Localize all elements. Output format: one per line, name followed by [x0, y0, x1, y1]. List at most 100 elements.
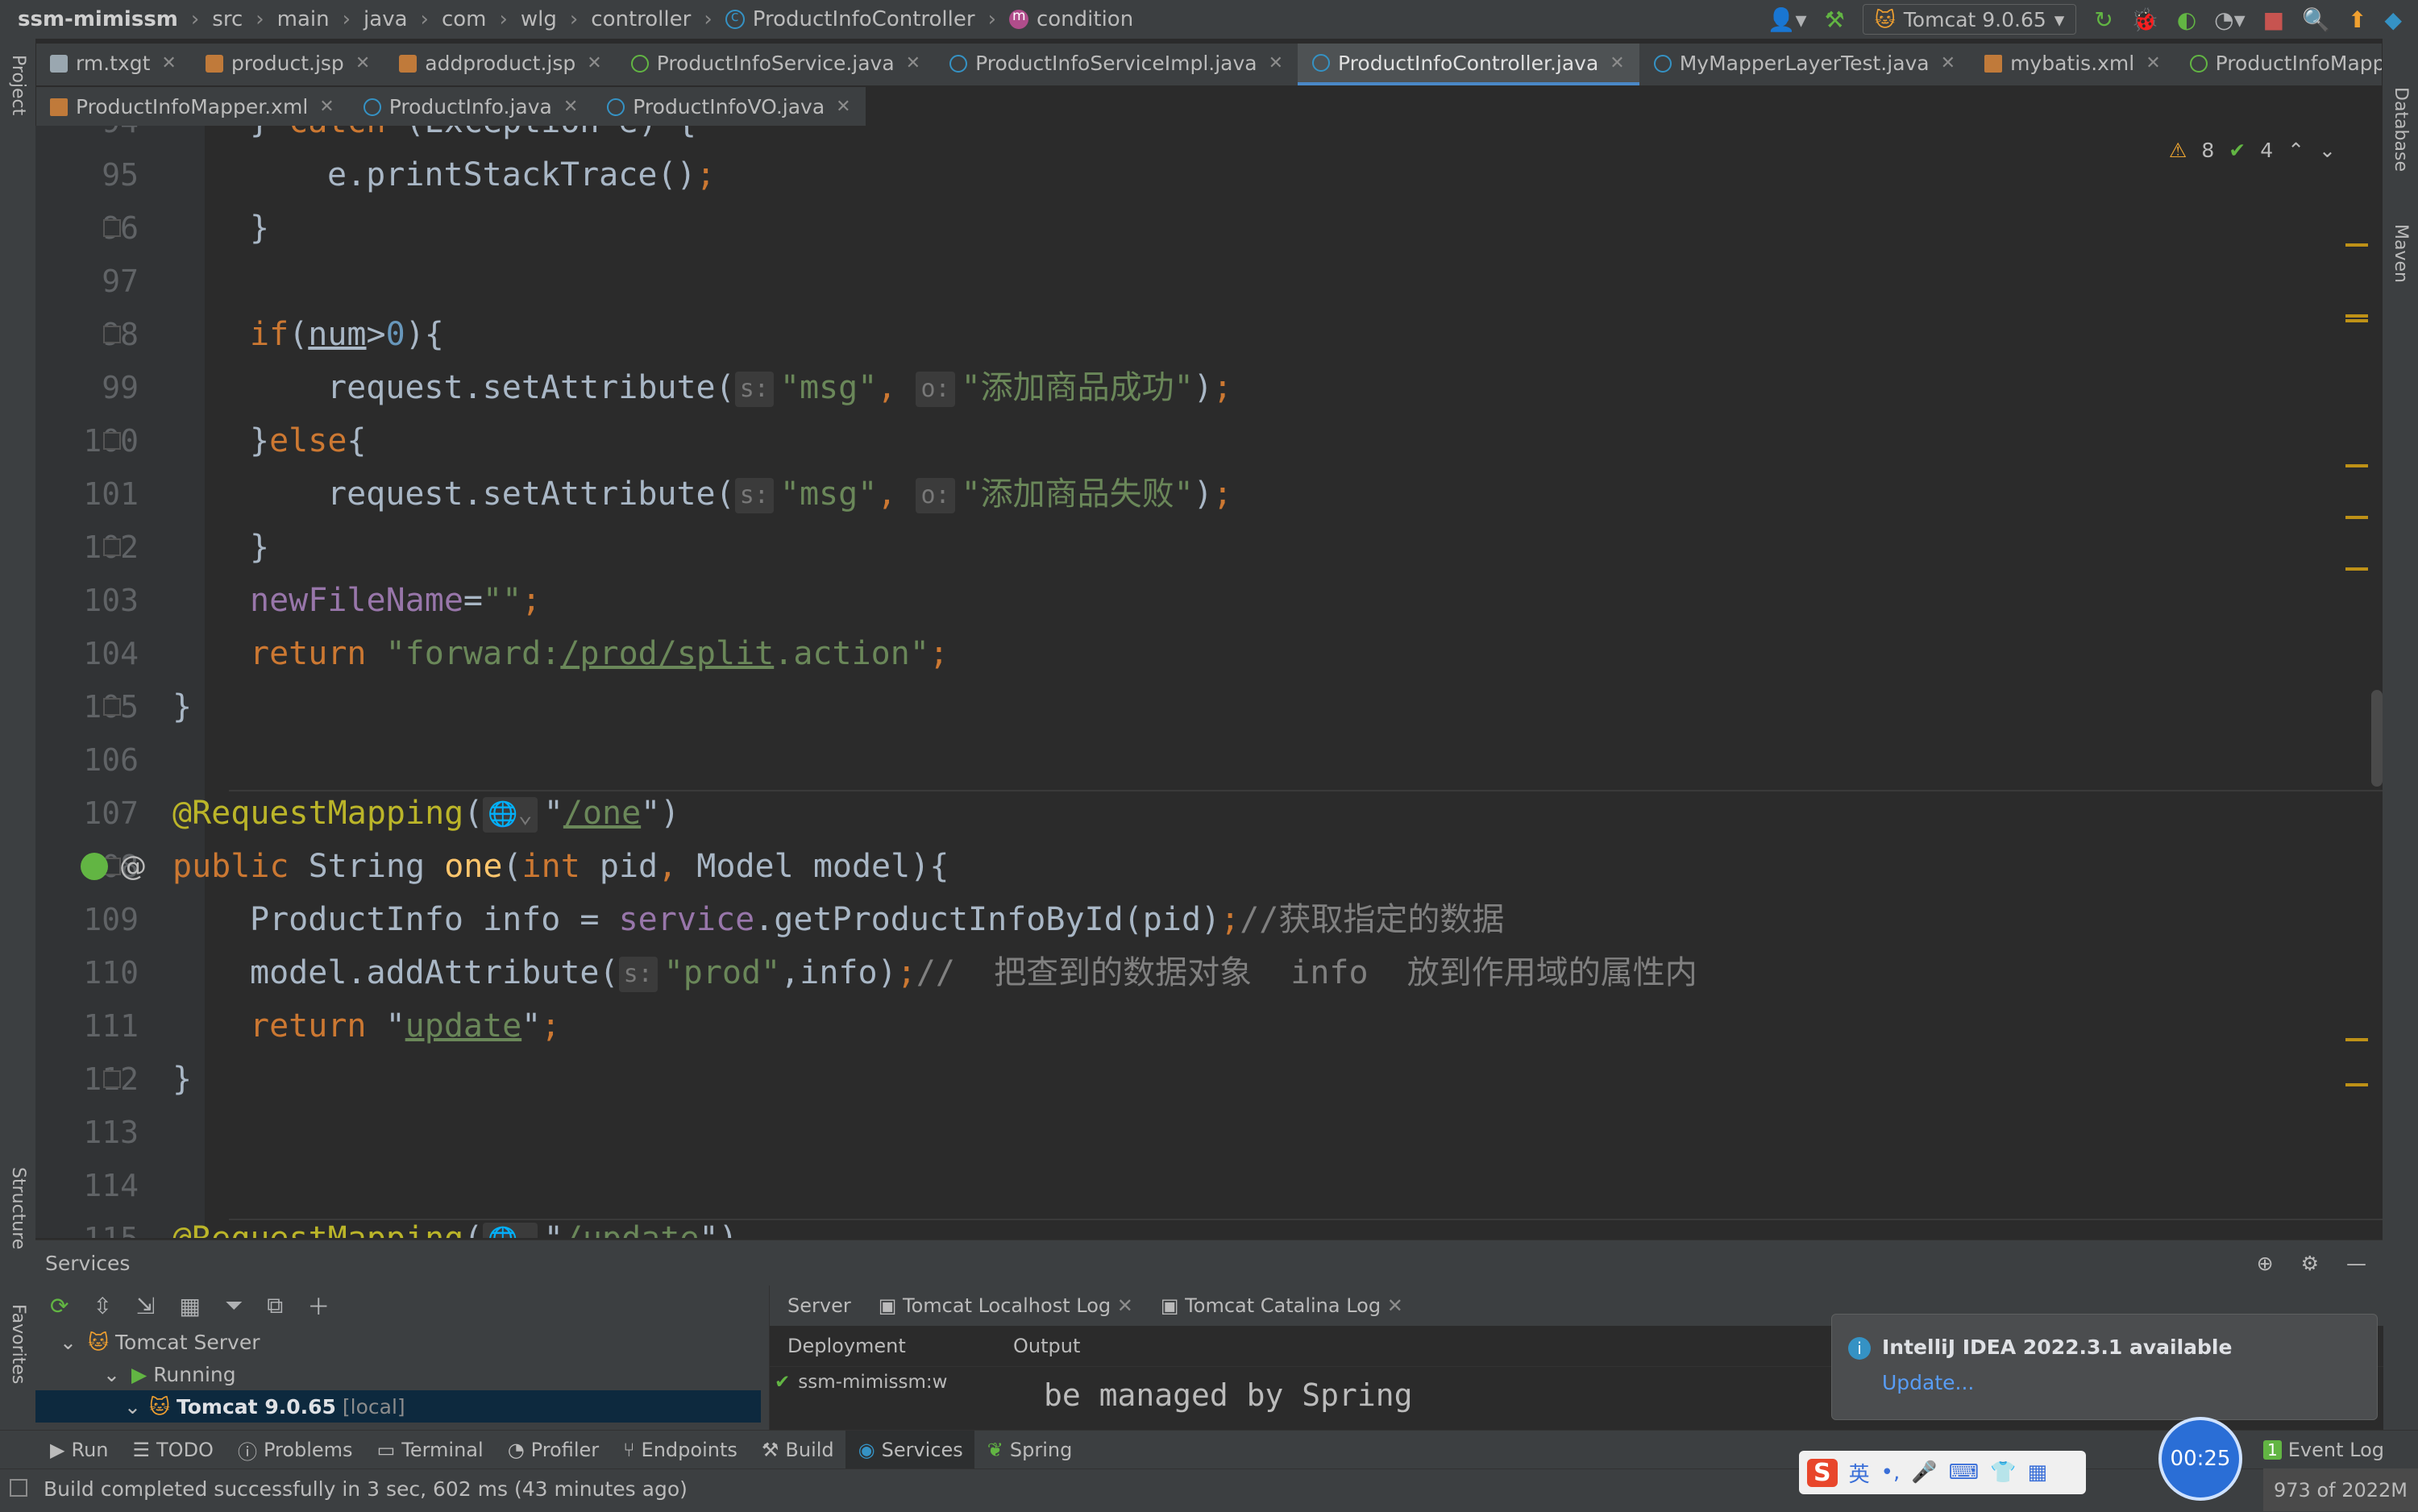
deployment-item[interactable]: ✔ ssm-mimissm:w	[770, 1366, 992, 1398]
services-tool-button[interactable]: ◉ Services	[845, 1431, 974, 1469]
line-number[interactable]: 99	[35, 361, 139, 414]
error-stripe-mark[interactable]	[2345, 567, 2368, 571]
error-stripe-mark[interactable]	[2345, 314, 2368, 318]
code-line[interactable]: 98 if(num>0){	[35, 308, 2383, 361]
microphone-icon[interactable]: 🎤	[1911, 1460, 1937, 1485]
run-configuration-select[interactable]: 🐱 Tomcat 9.0.65 ▾	[1862, 4, 2077, 35]
line-number[interactable]: 115	[35, 1212, 139, 1238]
database-tool-button[interactable]: Database	[2391, 87, 2411, 172]
code-line[interactable]: 107 @RequestMapping(🌐⌄ "/one")	[35, 787, 2383, 840]
editor-tab[interactable]: ProductInfoController.java ✕	[1298, 44, 1639, 85]
fold-marker-icon[interactable]	[103, 698, 121, 716]
code-text[interactable]: } catch (Exception e) {	[250, 126, 696, 148]
code-line[interactable]: 97	[35, 255, 2383, 308]
code-line[interactable]: 112}	[35, 1053, 2383, 1106]
breadcrumb-project[interactable]: ssm-mimissm	[18, 7, 178, 31]
spring-endpoint-gutter-icon[interactable]	[81, 853, 108, 880]
breadcrumb-class[interactable]: ProductInfoController	[725, 7, 975, 31]
editor-tab[interactable]: MyMapperLayerTest.java ✕	[1639, 44, 1970, 85]
add-icon[interactable]: ＋	[307, 1290, 330, 1322]
close-icon[interactable]: ✕	[836, 97, 850, 117]
editor-tab[interactable]: ProductInfoService.java ✕	[617, 44, 935, 85]
coverage-icon[interactable]: ◐	[2177, 6, 2196, 33]
line-number[interactable]: 100	[35, 414, 139, 467]
code-text[interactable]: }	[172, 680, 192, 733]
new-tab-icon[interactable]: ⧉	[267, 1292, 283, 1319]
editor-tab[interactable]: ProductInfoMapper.xml ✕	[35, 87, 349, 129]
tab-server[interactable]: Server	[787, 1294, 851, 1317]
code-text[interactable]: e.printStackTrace();	[327, 148, 716, 201]
editor-tab[interactable]: ProductInfo.java ✕	[349, 87, 593, 129]
code-line[interactable]: 104 return "forward:/prod/split.action";	[35, 627, 2383, 680]
code-line[interactable]: 101 request.setAttribute(s: "msg", o: "添加商品…	[35, 467, 2383, 521]
minimize-icon[interactable]: —	[2346, 1252, 2366, 1275]
rerun-icon[interactable]: ↻	[2094, 6, 2113, 33]
editor-scrollbar[interactable]	[2371, 690, 2383, 787]
spring-tool-button[interactable]: ❦ Spring	[974, 1431, 1084, 1469]
close-icon[interactable]: ✕	[2146, 53, 2160, 73]
line-number[interactable]: 107	[35, 787, 139, 840]
line-number[interactable]: 98	[35, 308, 139, 361]
close-icon[interactable]: ✕	[587, 53, 601, 73]
code-line[interactable]: 99 request.setAttribute(s: "msg", o: "添加商品成…	[35, 361, 2383, 414]
breadcrumb-wlg[interactable]: wlg	[521, 7, 557, 31]
error-stripe-mark[interactable]	[2345, 1083, 2368, 1086]
close-icon[interactable]: ✕	[1117, 1294, 1133, 1317]
code-line[interactable]: 95 e.printStackTrace();	[35, 148, 2383, 201]
line-number[interactable]: 112	[35, 1053, 139, 1106]
line-number[interactable]: 101	[35, 467, 139, 521]
build-tool-button[interactable]: ⚒ Build	[749, 1431, 845, 1469]
line-number[interactable]: 97	[35, 255, 139, 308]
close-icon[interactable]: ✕	[1610, 53, 1624, 73]
code-text[interactable]: public String one(int pid, Model model){	[172, 840, 949, 893]
code-line[interactable]: 114	[35, 1159, 2383, 1212]
code-line[interactable]: 102}	[35, 521, 2383, 574]
expand-all-icon[interactable]: ⇳	[93, 1293, 111, 1319]
tree-node-running[interactable]: ⌄ ▶ Running	[103, 1358, 753, 1390]
code-editor[interactable]: ⚠8 ✔4 ⌃ ⌄ 94} catch (Exception e) {95e.p…	[35, 126, 2383, 1238]
close-icon[interactable]: ✕	[1387, 1294, 1403, 1317]
code-text[interactable]: if(num>0){	[250, 308, 444, 361]
line-number[interactable]: 105	[35, 680, 139, 733]
update-link[interactable]: Update...	[1882, 1371, 1974, 1394]
favorites-tool-button[interactable]: Favorites	[8, 1304, 28, 1384]
breadcrumb-java[interactable]: java	[364, 7, 407, 31]
fold-marker-icon[interactable]	[103, 1070, 121, 1088]
fold-marker-icon[interactable]	[103, 219, 121, 237]
toggle-tool-windows-icon[interactable]	[10, 1479, 27, 1497]
refresh-icon[interactable]: ⟳	[50, 1293, 69, 1319]
close-icon[interactable]: ✕	[319, 97, 334, 117]
error-stripe-mark[interactable]	[2345, 1038, 2368, 1041]
memory-indicator[interactable]: 973 of 2022M	[2263, 1468, 2418, 1511]
maven-tool-button[interactable]: Maven	[2391, 224, 2411, 283]
profiler-tool-button[interactable]: ◔ Profiler	[495, 1431, 610, 1469]
editor-tab[interactable]: addproduct.jsp ✕	[384, 44, 616, 85]
code-text[interactable]: newFileName="";	[250, 574, 541, 627]
run-tool-button[interactable]: ▶ Run	[37, 1431, 120, 1469]
breadcrumb-method[interactable]: condition	[1008, 7, 1133, 31]
code-text[interactable]: request.setAttribute(s: "msg", o: "添加商品成功"…	[327, 361, 1232, 414]
editor-tab[interactable]: ProductInfoServiceImpl.java ✕	[935, 44, 1298, 85]
line-number[interactable]: 95	[35, 148, 139, 201]
editor-tab[interactable]: product.jsp ✕	[191, 44, 384, 85]
error-stripe-mark[interactable]	[2345, 464, 2368, 467]
gear-icon[interactable]: ⚙	[2301, 1252, 2319, 1275]
line-number[interactable]: 113	[35, 1106, 139, 1159]
tree-node-tomcat-server[interactable]: ⌄ 🐱 Tomcat Server	[60, 1326, 753, 1358]
fold-marker-icon[interactable]	[103, 432, 121, 450]
stop-icon[interactable]: ■	[2263, 6, 2284, 33]
code-line[interactable]: 111 return "update";	[35, 999, 2383, 1053]
code-text[interactable]: ProductInfo info = service.getProductInf…	[250, 893, 1504, 946]
punctuation-icon[interactable]: •,	[1881, 1460, 1901, 1485]
code-line[interactable]: 103 newFileName="";	[35, 574, 2383, 627]
code-text[interactable]: return "update";	[250, 999, 560, 1053]
filter-icon[interactable]: ⏷	[225, 1292, 243, 1319]
code-line[interactable]: 96}	[35, 201, 2383, 255]
line-number[interactable]: 96	[35, 201, 139, 255]
line-number[interactable]: 114	[35, 1159, 139, 1212]
error-stripe-mark[interactable]	[2345, 516, 2368, 519]
code-line[interactable]: 106	[35, 733, 2383, 787]
close-icon[interactable]: ✕	[563, 97, 578, 117]
close-icon[interactable]: ✕	[355, 53, 370, 73]
keyboard-icon[interactable]: ⌨	[1949, 1460, 1980, 1485]
